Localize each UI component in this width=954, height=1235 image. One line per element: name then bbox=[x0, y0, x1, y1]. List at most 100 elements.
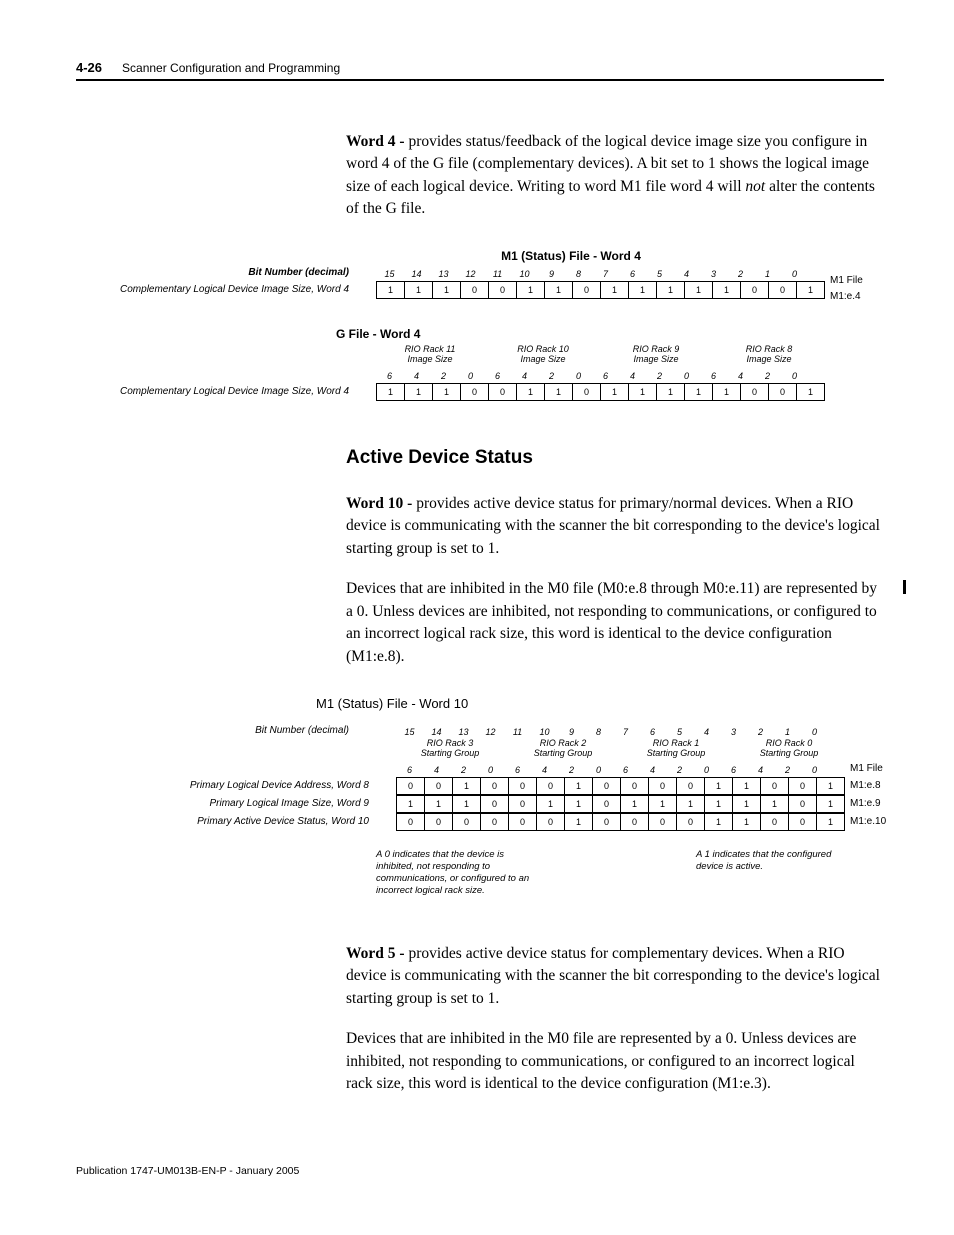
bit-cell: 1 bbox=[733, 813, 761, 831]
bit-cell: 6 bbox=[484, 369, 511, 383]
bit-cell: 10 bbox=[531, 725, 558, 739]
bit-cell: 1 bbox=[817, 795, 845, 813]
bit-cell: 0 bbox=[425, 813, 453, 831]
bit-cell: 1 bbox=[705, 813, 733, 831]
bit-cell: 2 bbox=[747, 725, 774, 739]
bit-cell: 0 bbox=[621, 813, 649, 831]
bit-cell: 14 bbox=[423, 725, 450, 739]
bit-cell: 0 bbox=[489, 383, 517, 401]
bit-cell: 4 bbox=[639, 763, 666, 777]
bit-cell: 2 bbox=[754, 369, 781, 383]
bit-cell: 4 bbox=[531, 763, 558, 777]
bit-cell: 0 bbox=[781, 369, 808, 383]
bit-cell: 6 bbox=[720, 763, 747, 777]
bit-cell: 1 bbox=[761, 795, 789, 813]
bit-cell: 4 bbox=[673, 267, 700, 281]
bit-cell: 0 bbox=[537, 777, 565, 795]
bit-cell: 1 bbox=[797, 383, 825, 401]
bit-cell: 15 bbox=[396, 725, 423, 739]
bit-cell: 0 bbox=[457, 369, 484, 383]
bit-cell: 2 bbox=[538, 369, 565, 383]
bit-cell: 4 bbox=[511, 369, 538, 383]
d1-row1-label: Complementary Logical Device Image Size,… bbox=[120, 284, 349, 295]
d2-row0-label: Primary Logical Device Address, Word 8 bbox=[190, 780, 369, 791]
bit-cell: 1 bbox=[685, 383, 713, 401]
bit-cell: 6 bbox=[700, 369, 727, 383]
change-bar-icon bbox=[903, 580, 906, 594]
bit-cell: 1 bbox=[817, 777, 845, 795]
bit-cell: 1 bbox=[453, 777, 481, 795]
bit-cell: 9 bbox=[558, 725, 585, 739]
bit-cell: 1 bbox=[629, 383, 657, 401]
para-inhibit5: Devices that are inhibited in the M0 fil… bbox=[346, 1028, 884, 1095]
bit-cell: 13 bbox=[450, 725, 477, 739]
bit-cell: 0 bbox=[677, 777, 705, 795]
bit-cell: 0 bbox=[789, 813, 817, 831]
bit-cell: 0 bbox=[621, 777, 649, 795]
bit-cell: 6 bbox=[592, 369, 619, 383]
bit-cell: 4 bbox=[619, 369, 646, 383]
bit-cell: 0 bbox=[453, 813, 481, 831]
bit-cell: 0 bbox=[801, 763, 828, 777]
bit-cell: 10 bbox=[511, 267, 538, 281]
page-number: 4-26 bbox=[76, 60, 102, 75]
bit-cell: 0 bbox=[425, 777, 453, 795]
bit-cell: 8 bbox=[585, 725, 612, 739]
bit-cell: 5 bbox=[646, 267, 673, 281]
bit-cell: 9 bbox=[538, 267, 565, 281]
bit-cell: 1 bbox=[405, 383, 433, 401]
bit-cell: 1 bbox=[545, 383, 573, 401]
bit-cell: 1 bbox=[601, 281, 629, 299]
bit-cell: 0 bbox=[741, 383, 769, 401]
bit-cell: 1 bbox=[397, 795, 425, 813]
bit-cell: 0 bbox=[509, 795, 537, 813]
bit-cell: 0 bbox=[489, 281, 517, 299]
bit-cell: 1 bbox=[565, 795, 593, 813]
bit-cell: 0 bbox=[573, 281, 601, 299]
bit-cell: 0 bbox=[461, 281, 489, 299]
bit-cell: 8 bbox=[565, 267, 592, 281]
bit-cell: 0 bbox=[693, 763, 720, 777]
bit-cell: 6 bbox=[376, 369, 403, 383]
bit-cell: 4 bbox=[727, 369, 754, 383]
d1-bit-number-label: Bit Number (decimal) bbox=[248, 267, 349, 278]
bit-cell: 0 bbox=[789, 795, 817, 813]
lead-word5: Word 5 - bbox=[346, 945, 405, 962]
bit-cell: 4 bbox=[403, 369, 430, 383]
bit-cell: 2 bbox=[558, 763, 585, 777]
bit-cell: 4 bbox=[423, 763, 450, 777]
section-heading: Active Device Status bbox=[346, 447, 884, 469]
bit-cell: 0 bbox=[741, 281, 769, 299]
d2-row1-right: M1:e.9 bbox=[850, 798, 881, 809]
bit-cell: 1 bbox=[817, 813, 845, 831]
bit-cell: 6 bbox=[504, 763, 531, 777]
bit-cell: 1 bbox=[774, 725, 801, 739]
d2-row0-right: M1:e.8 bbox=[850, 780, 881, 791]
bit-cell: 13 bbox=[430, 267, 457, 281]
bit-cell: 6 bbox=[619, 267, 646, 281]
bit-cell: 0 bbox=[481, 795, 509, 813]
bit-cell: 1 bbox=[377, 383, 405, 401]
bit-cell: 4 bbox=[747, 763, 774, 777]
bit-cell: 1 bbox=[657, 281, 685, 299]
d2-row1-label: Primary Logical Image Size, Word 9 bbox=[209, 798, 369, 809]
bit-cell: 0 bbox=[585, 763, 612, 777]
bit-cell: 1 bbox=[517, 281, 545, 299]
bit-cell: 1 bbox=[754, 267, 781, 281]
lead-word10: Word 10 - bbox=[346, 495, 412, 512]
bit-cell: 0 bbox=[461, 383, 489, 401]
bit-cell: 2 bbox=[450, 763, 477, 777]
bit-cell: 12 bbox=[457, 267, 484, 281]
bit-cell: 4 bbox=[693, 725, 720, 739]
bit-cell: 1 bbox=[705, 795, 733, 813]
d2-note-right: A 1 indicates that the configured device… bbox=[696, 849, 856, 897]
bit-cell: 1 bbox=[629, 281, 657, 299]
bit-cell: 0 bbox=[761, 777, 789, 795]
bit-cell: 0 bbox=[397, 777, 425, 795]
bit-cell: 1 bbox=[649, 795, 677, 813]
bit-cell: 1 bbox=[545, 281, 573, 299]
d2-note-left: A 0 indicates that the device is inhibit… bbox=[376, 849, 536, 897]
d1-row2-label: Complementary Logical Device Image Size,… bbox=[120, 386, 349, 397]
bit-cell: 2 bbox=[430, 369, 457, 383]
bit-cell: 1 bbox=[405, 281, 433, 299]
